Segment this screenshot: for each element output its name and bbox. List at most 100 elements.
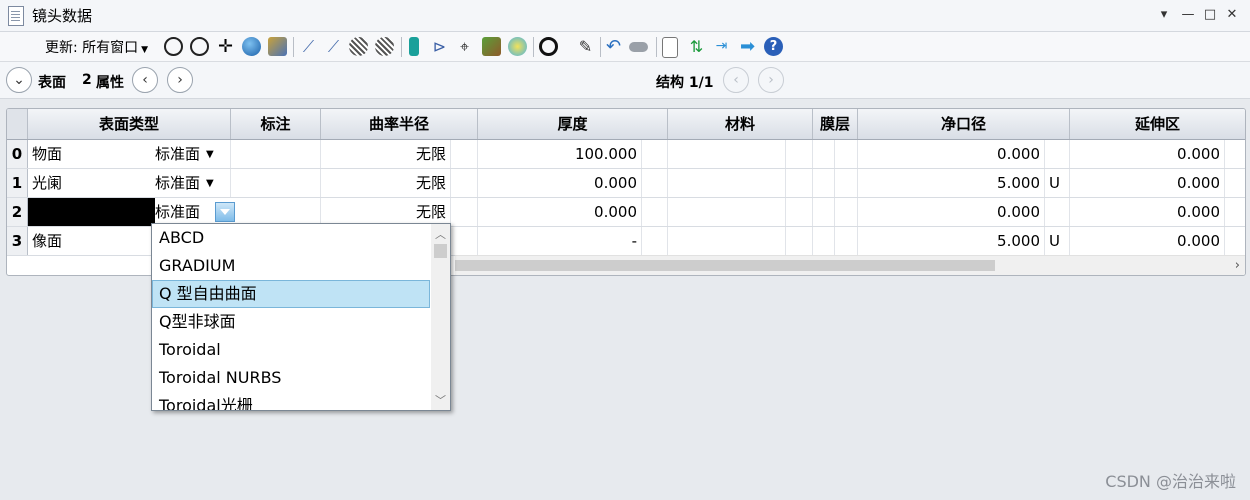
notes-icon[interactable] — [662, 37, 678, 58]
help-icon[interactable]: ? — [764, 37, 783, 56]
color-map-icon[interactable] — [508, 37, 527, 56]
aperture-solve-cell[interactable]: U — [1045, 169, 1070, 197]
dropdown-option-highlighted[interactable]: Q 型自由曲面 — [152, 280, 430, 308]
corner-cell[interactable] — [7, 109, 28, 139]
header-thickness[interactable]: 厚度 — [478, 109, 668, 139]
material-solve-cell[interactable] — [786, 227, 813, 255]
globe-icon[interactable] — [242, 37, 261, 56]
coating-cell[interactable] — [813, 198, 835, 226]
scroll-up-icon[interactable]: ︿ — [431, 226, 450, 242]
surface-name-cell[interactable]: 物面 — [28, 140, 148, 168]
coating-solve-cell[interactable] — [835, 140, 858, 168]
tolerance-icon[interactable]: ⌖ — [455, 37, 474, 56]
dropdown-option[interactable]: GRADIUM — [152, 252, 430, 280]
window-menu-button[interactable]: ▾ — [1154, 6, 1174, 24]
swap-icon[interactable]: ⇅ — [687, 37, 706, 56]
dropdown-scrollbar[interactable]: ︿ ﹀ — [431, 224, 450, 410]
aperture-solve-cell[interactable] — [1045, 140, 1070, 168]
reload-icon[interactable] — [164, 37, 183, 56]
lens-icon[interactable] — [409, 37, 419, 56]
extension-cell[interactable]: 0.000 — [1070, 227, 1225, 255]
clear-aperture-cell[interactable]: 0.000 — [858, 140, 1045, 168]
header-comment[interactable]: 标注 — [231, 109, 321, 139]
extension-cell[interactable]: 0.000 — [1070, 169, 1225, 197]
dropdown-scroll-thumb[interactable] — [434, 244, 447, 258]
merit-icon[interactable]: ⊳ — [430, 37, 449, 56]
ray-aim-icon[interactable]: ⟋ — [299, 37, 318, 56]
clear-aperture-cell[interactable]: 0.000 — [858, 198, 1045, 226]
radius-solve-cell[interactable] — [451, 198, 478, 226]
dropdown-option[interactable]: Toroidal NURBS — [152, 364, 430, 392]
row-number[interactable]: 1 — [7, 169, 28, 197]
close-button[interactable]: ✕ — [1222, 6, 1242, 24]
clear-aperture-cell[interactable]: 5.000 — [858, 169, 1045, 197]
header-extension[interactable]: 延伸区 — [1070, 109, 1245, 139]
dropdown-option[interactable]: ABCD — [152, 224, 430, 252]
comment-cell[interactable] — [231, 169, 321, 197]
thickness-cell[interactable]: 0.000 — [478, 169, 642, 197]
surface-type-cell[interactable]: 标准面 ▼ — [155, 140, 231, 168]
undo-arrow-icon[interactable]: ↶ — [604, 37, 623, 56]
material-cell[interactable] — [668, 169, 786, 197]
material-solve-cell[interactable] — [786, 198, 813, 226]
row-number[interactable]: 2 — [7, 198, 28, 226]
scroll-right-icon[interactable]: › — [1235, 256, 1240, 275]
scroll-down-icon[interactable]: ﹀ — [431, 392, 450, 408]
surface-name-cell-selected[interactable] — [28, 198, 155, 226]
scrollbar-thumb[interactable] — [455, 260, 995, 271]
comment-cell[interactable] — [236, 198, 321, 226]
radius-solve-cell[interactable] — [451, 140, 478, 168]
minimize-button[interactable]: — — [1178, 6, 1198, 24]
material-cell[interactable] — [668, 198, 786, 226]
row-number[interactable]: 0 — [7, 140, 28, 168]
extension-cell[interactable]: 0.000 — [1070, 140, 1225, 168]
thickness-solve-cell[interactable] — [642, 169, 668, 197]
collapse-icon[interactable]: ⇥ — [712, 37, 731, 56]
thickness-cell[interactable]: - — [478, 227, 642, 255]
radius-solve-cell[interactable] — [451, 169, 478, 197]
material-cell[interactable] — [668, 140, 786, 168]
dropdown-option[interactable]: Toroidal — [152, 336, 430, 364]
thickness-solve-cell[interactable] — [642, 198, 668, 226]
toggle-icon[interactable] — [629, 42, 648, 52]
move-cross-icon[interactable]: ✛ — [216, 37, 235, 56]
optimize-icon[interactable] — [482, 37, 501, 56]
next-surface-button[interactable]: › — [167, 67, 193, 93]
collapse-chevron-icon[interactable]: ⌄ — [6, 67, 32, 93]
glass-icon[interactable] — [349, 37, 368, 56]
image-icon[interactable] — [268, 37, 287, 56]
thickness-solve-cell[interactable] — [642, 227, 668, 255]
material-solve-cell[interactable] — [786, 169, 813, 197]
extension-cell[interactable]: 0.000 — [1070, 198, 1225, 226]
header-surface-type[interactable]: 表面类型 — [28, 109, 231, 139]
thickness-solve-cell[interactable] — [642, 140, 668, 168]
coating-solve-cell[interactable] — [835, 227, 858, 255]
auto-update-icon[interactable] — [190, 37, 209, 56]
thickness-cell[interactable]: 0.000 — [478, 198, 642, 226]
circle-icon[interactable] — [539, 37, 558, 56]
header-clear-aperture[interactable]: 净口径 — [858, 109, 1070, 139]
aperture-solve-cell[interactable]: U — [1045, 227, 1070, 255]
material-cell[interactable] — [668, 227, 786, 255]
header-radius[interactable]: 曲率半径 — [321, 109, 478, 139]
surface-name-cell[interactable]: 像面 — [28, 227, 148, 255]
header-material[interactable]: 材料 — [668, 109, 813, 139]
thickness-cell[interactable]: 100.000 — [478, 140, 642, 168]
dropdown-option[interactable]: Toroidal光栅 — [152, 392, 430, 410]
glass-remove-icon[interactable] — [375, 37, 394, 56]
update-dropdown[interactable]: 更新: 所有窗口 ▼ — [45, 37, 148, 57]
coating-cell[interactable] — [813, 169, 835, 197]
material-solve-cell[interactable] — [786, 140, 813, 168]
coating-cell[interactable] — [813, 227, 835, 255]
radius-cell[interactable]: 无限 — [321, 140, 451, 168]
coating-cell[interactable] — [813, 140, 835, 168]
prev-surface-button[interactable]: ‹ — [132, 67, 158, 93]
coating-solve-cell[interactable] — [835, 169, 858, 197]
next-config-button[interactable]: › — [758, 67, 784, 93]
maximize-button[interactable]: □ — [1200, 6, 1220, 24]
surface-type-dropdown-button[interactable] — [215, 202, 235, 222]
radius-cell[interactable]: 无限 — [321, 198, 451, 226]
horizontal-scrollbar[interactable]: › — [455, 255, 1245, 275]
comment-cell[interactable] — [231, 140, 321, 168]
edit-pen-icon[interactable]: ✎ — [576, 37, 595, 56]
